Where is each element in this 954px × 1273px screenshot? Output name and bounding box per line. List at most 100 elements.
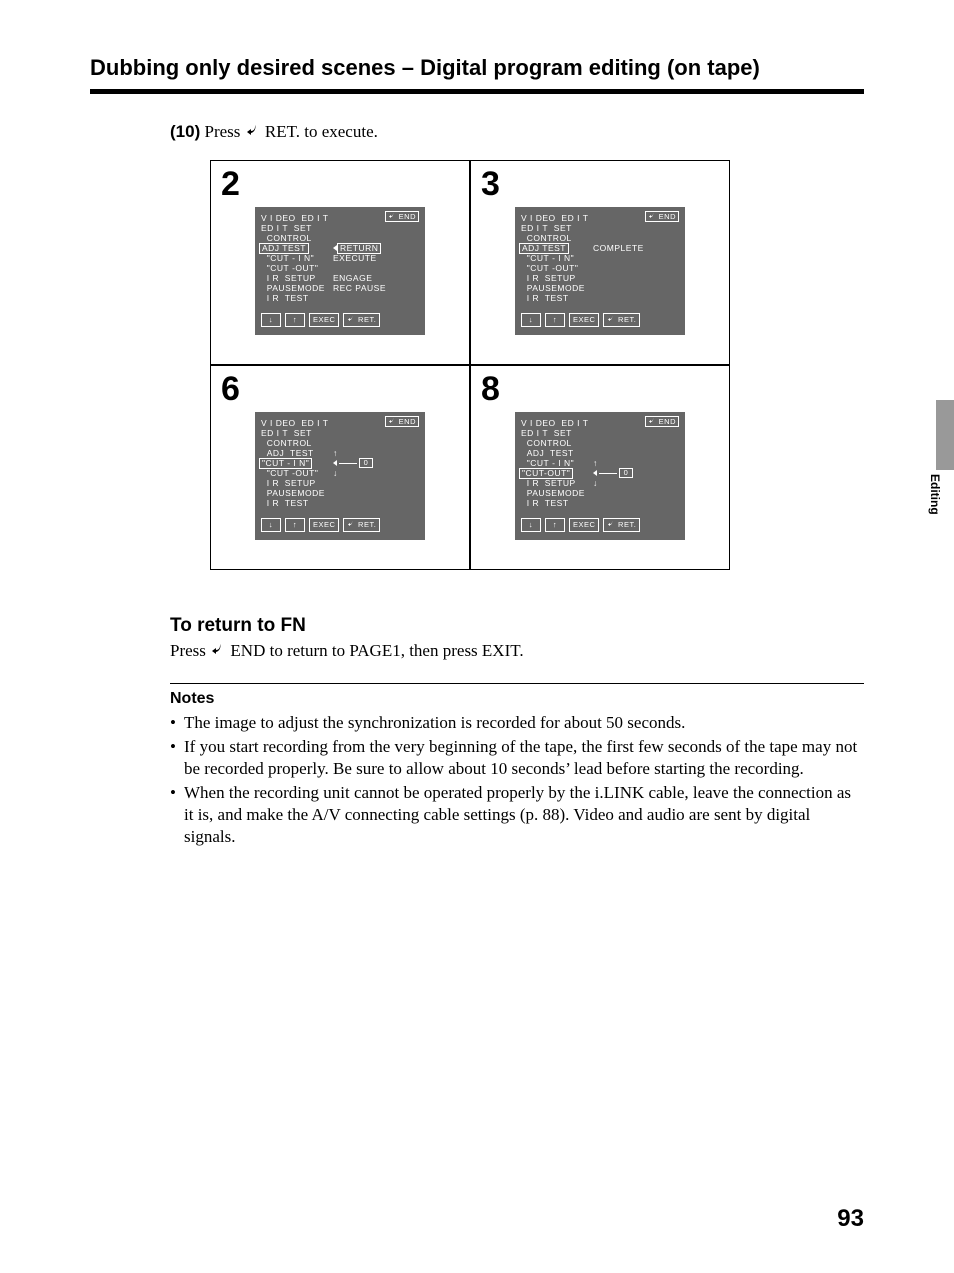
- ret-button[interactable]: RET.: [343, 313, 380, 327]
- lcd-row: PAUSEMODEREC PAUSE: [261, 283, 419, 293]
- panel-number: 3: [481, 167, 719, 201]
- lcd-row: I R TEST: [261, 293, 419, 303]
- lcd-value: RETURN: [333, 243, 381, 254]
- panel-number: 2: [221, 167, 459, 201]
- lcd-row: CONTROL: [521, 233, 679, 243]
- lcd-menu-item: "CUT - I N": [261, 253, 333, 263]
- lcd-menu-item: CONTROL: [521, 438, 593, 448]
- lcd-menu-item: "CUT -OUT": [261, 468, 333, 478]
- lcd-row: "CUT -OUT"↓: [261, 468, 419, 478]
- lcd-menu-item: CONTROL: [261, 233, 333, 243]
- panel-number: 8: [481, 372, 719, 406]
- side-tab-label: Editing: [928, 474, 942, 515]
- down-button[interactable]: ↓: [261, 518, 281, 532]
- lcd-footer: ↓ ↑ EXEC RET.: [521, 518, 679, 532]
- lcd-row: "CUT - I N"EXECUTE: [261, 253, 419, 263]
- lcd-row: CONTROL: [521, 438, 679, 448]
- up-button[interactable]: ↑: [285, 518, 305, 532]
- down-button[interactable]: ↓: [521, 313, 541, 327]
- lcd-row: "CUT - I N": [521, 253, 679, 263]
- return-icon: [245, 124, 261, 141]
- page-number: 93: [837, 1205, 864, 1233]
- down-button[interactable]: ↓: [521, 518, 541, 532]
- lcd-row: ED I T SET: [521, 223, 679, 233]
- side-tab: Editing: [918, 400, 954, 515]
- lcd-menu-item: "CUT -OUT": [261, 263, 333, 273]
- lcd-menu-item: ED I T SET: [261, 428, 333, 438]
- lcd-row: "CUT - I N"0: [261, 458, 419, 468]
- exec-button[interactable]: EXEC: [569, 313, 599, 327]
- end-button[interactable]: END: [645, 211, 679, 222]
- page-title: Dubbing only desired scenes – Digital pr…: [90, 55, 864, 94]
- lcd-menu-item: PAUSEMODE: [261, 488, 333, 498]
- lcd-panel-3: 3 END V I DEO ED I TED I T SET CONTROLADJ…: [470, 160, 730, 365]
- lcd-screen: ENDV I DEO ED I TED I T SET CONTROLADJ T…: [255, 207, 425, 335]
- return-post: END to return to PAGE1, then press EXIT.: [230, 641, 523, 660]
- ret-button[interactable]: RET.: [603, 313, 640, 327]
- lcd-menu-item: I R TEST: [521, 293, 593, 303]
- lcd-menu-item: ADJ TEST: [261, 243, 333, 254]
- lcd-menu-item: I R SETUP: [261, 273, 333, 283]
- lcd-row: ED I T SET: [261, 223, 419, 233]
- return-to-fn-heading: To return to FN: [170, 615, 864, 637]
- down-button[interactable]: ↓: [261, 313, 281, 327]
- lcd-value: REC PAUSE: [333, 283, 386, 293]
- lcd-row: CONTROL: [261, 438, 419, 448]
- lcd-row: "CUT-OUT"0: [521, 468, 679, 478]
- lcd-menu-item: I R SETUP: [261, 478, 333, 488]
- lcd-value: COMPLETE: [593, 243, 644, 253]
- lcd-menu-item: V I DEO ED I T: [521, 418, 593, 428]
- lcd-row: CONTROL: [261, 233, 419, 243]
- end-button[interactable]: END: [385, 211, 419, 222]
- lcd-menu-item: "CUT-OUT": [521, 468, 593, 479]
- lcd-row: ADJ TESTCOMPLETE: [521, 243, 679, 253]
- step-number: (10): [170, 122, 200, 141]
- up-button[interactable]: ↑: [285, 313, 305, 327]
- end-button[interactable]: END: [645, 416, 679, 427]
- return-to-fn-text: Press END to return to PAGE1, then press…: [170, 641, 864, 661]
- note-item: The image to adjust the synchronization …: [170, 712, 864, 734]
- lcd-menu-item: V I DEO ED I T: [261, 418, 333, 428]
- lcd-row: ED I T SET: [261, 428, 419, 438]
- lcd-menu-item: I R SETUP: [521, 478, 593, 488]
- note-item: When the recording unit cannot be operat…: [170, 782, 864, 848]
- end-button[interactable]: END: [385, 416, 419, 427]
- lcd-menu-item: V I DEO ED I T: [521, 213, 593, 223]
- exec-button[interactable]: EXEC: [309, 313, 339, 327]
- step-10-instruction: (10) Press RET. to execute.: [170, 122, 864, 142]
- lcd-footer: ↓ ↑ EXEC RET.: [521, 313, 679, 327]
- lcd-row: PAUSEMODE: [521, 488, 679, 498]
- lcd-screen: END V I DEO ED I TED I T SET CONTROL ADJ …: [255, 412, 425, 540]
- lcd-menu-item: CONTROL: [521, 233, 593, 243]
- lcd-row: I R SETUPENGAGE: [261, 273, 419, 283]
- lcd-value: ENGAGE: [333, 273, 372, 283]
- lcd-menu-item: I R SETUP: [521, 273, 593, 283]
- lcd-row: PAUSEMODE: [521, 283, 679, 293]
- notes-heading: Notes: [170, 690, 864, 708]
- lcd-row: ADJ TEST↑: [261, 448, 419, 458]
- exec-button[interactable]: EXEC: [569, 518, 599, 532]
- lcd-footer: ↓ ↑ EXEC RET.: [261, 313, 419, 327]
- exec-button[interactable]: EXEC: [309, 518, 339, 532]
- divider: [170, 683, 864, 684]
- lcd-row: I R SETUP: [261, 478, 419, 488]
- lcd-row: "CUT -OUT": [521, 263, 679, 273]
- step-post: RET. to execute.: [265, 122, 378, 141]
- return-pre: Press: [170, 641, 210, 660]
- lcd-menu-item: "CUT - I N": [521, 458, 593, 468]
- up-button[interactable]: ↑: [545, 518, 565, 532]
- ret-button[interactable]: RET.: [343, 518, 380, 532]
- lcd-panel-8: 8 ENDV I DEO ED I TED I T SET CONTROL AD…: [470, 365, 730, 570]
- side-tab-highlight: [936, 400, 954, 470]
- lcd-menu-item: I R TEST: [521, 498, 593, 508]
- up-button[interactable]: ↑: [545, 313, 565, 327]
- lcd-value: 0: [333, 458, 373, 468]
- lcd-value: ↓: [333, 468, 338, 478]
- lcd-row: I R TEST: [521, 293, 679, 303]
- lcd-menu-item: ED I T SET: [521, 428, 593, 438]
- lcd-row: I R SETUP: [521, 273, 679, 283]
- panel-number: 6: [221, 372, 459, 406]
- lcd-panel-6: 6 END V I DEO ED I TED I T SET CONTROL AD…: [210, 365, 470, 570]
- ret-button[interactable]: RET.: [603, 518, 640, 532]
- lcd-row: PAUSEMODE: [261, 488, 419, 498]
